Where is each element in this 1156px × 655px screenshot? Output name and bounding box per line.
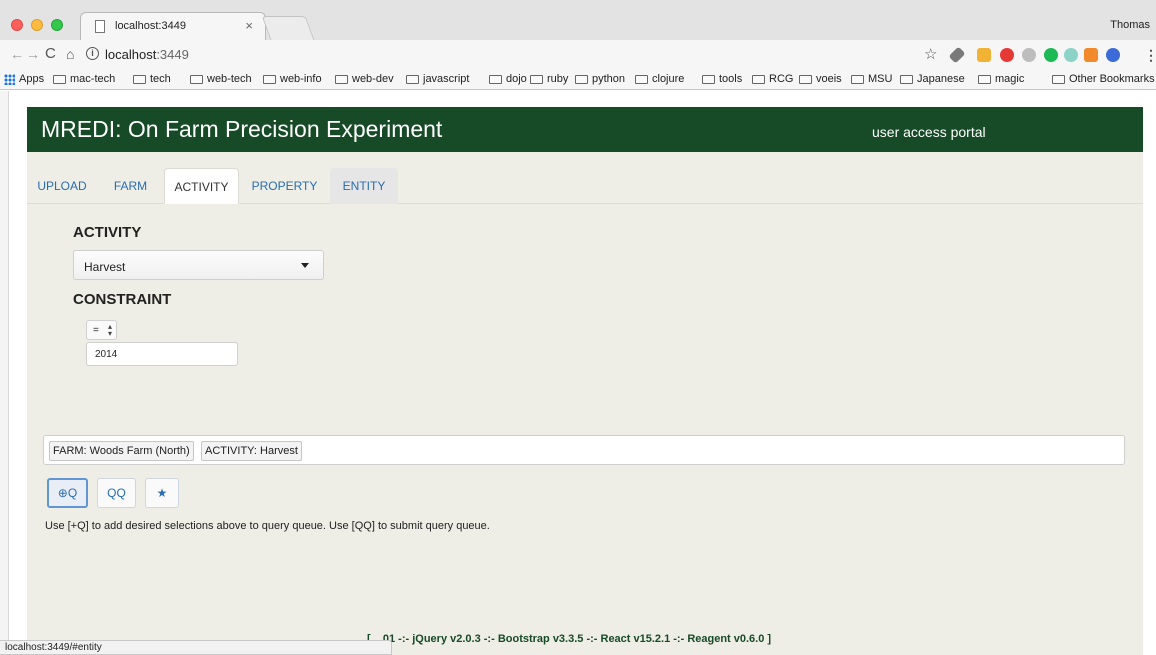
nav-tabs: UPLOAD FARM ACTIVITY PROPERTY ENTITY bbox=[27, 168, 1143, 204]
bookmarks-bar: Apps mac-tech tech web-tech web-info web… bbox=[0, 70, 1156, 90]
folder-icon bbox=[53, 74, 66, 84]
cloud-sync-extension-icon[interactable] bbox=[1064, 48, 1078, 62]
y-extension-icon[interactable] bbox=[1106, 48, 1120, 62]
bookmark-folder[interactable]: mac-tech bbox=[53, 73, 115, 85]
minimize-window-button[interactable] bbox=[31, 19, 43, 31]
calendar-extension-icon[interactable] bbox=[1084, 48, 1098, 62]
bookmark-folder[interactable]: tools bbox=[702, 73, 742, 85]
bookmark-folder[interactable]: dojo bbox=[489, 73, 527, 85]
folder-icon bbox=[635, 74, 648, 84]
bookmark-folder[interactable]: web-dev bbox=[335, 73, 394, 85]
constraint-heading: CONSTRAINT bbox=[73, 291, 172, 308]
folder-icon bbox=[190, 74, 203, 84]
operator-value: = bbox=[93, 325, 99, 336]
bookmark-star-icon[interactable]: ☆ bbox=[924, 45, 937, 63]
eyedropper-extension-icon[interactable] bbox=[948, 46, 966, 64]
add-to-queue-button[interactable]: ⊕Q bbox=[47, 478, 88, 508]
home-icon[interactable]: ⌂ bbox=[66, 46, 74, 62]
app-title: MREDI: On Farm Precision Experiment bbox=[41, 116, 443, 142]
info-icon[interactable]: i bbox=[86, 47, 99, 60]
app-header: MREDI: On Farm Precision Experiment user… bbox=[27, 107, 1143, 152]
reload-icon[interactable]: C bbox=[45, 45, 56, 62]
cloud-extension-icon[interactable] bbox=[1022, 48, 1036, 62]
back-arrow-icon[interactable]: ← bbox=[10, 46, 24, 62]
folder-icon bbox=[978, 74, 991, 84]
bookmark-folder[interactable]: MSU bbox=[851, 73, 892, 85]
folder-icon bbox=[133, 74, 146, 84]
query-chip-activity[interactable]: ACTIVITY: Harvest bbox=[201, 441, 302, 461]
address-url: localhost:3449 bbox=[105, 47, 189, 62]
query-selection-bar: FARM: Woods Farm (North) ACTIVITY: Harve… bbox=[43, 435, 1125, 465]
status-bar-url: localhost:3449/#entity bbox=[0, 640, 392, 655]
bookmark-folder[interactable]: javascript bbox=[406, 73, 469, 85]
bookmark-folder[interactable]: magic bbox=[978, 73, 1024, 85]
address-bar[interactable]: i localhost:3449 bbox=[86, 43, 946, 65]
caret-down-icon bbox=[301, 263, 309, 268]
browser-toolbar: ← → C ⌂ i localhost:3449 ☆ ⋮ bbox=[0, 40, 1156, 70]
up-down-arrows-icon: ▴ ▾ bbox=[107, 322, 112, 338]
page-icon bbox=[95, 20, 105, 33]
tab-farm[interactable]: FARM bbox=[97, 168, 164, 204]
tab-activity[interactable]: ACTIVITY bbox=[164, 168, 239, 204]
folder-icon bbox=[575, 74, 588, 84]
bookmark-folder[interactable]: web-info bbox=[263, 73, 322, 85]
bookmark-folder[interactable]: python bbox=[575, 73, 625, 85]
submit-queue-button[interactable]: QQ bbox=[97, 478, 136, 508]
query-chip-farm[interactable]: FARM: Woods Farm (North) bbox=[49, 441, 194, 461]
folder-icon bbox=[406, 74, 419, 84]
folder-icon bbox=[900, 74, 913, 84]
folder-icon bbox=[702, 74, 715, 84]
bookmark-folder[interactable]: RCG bbox=[752, 73, 793, 85]
tab-entity[interactable]: ENTITY bbox=[330, 168, 398, 204]
bookmark-apps[interactable]: Apps bbox=[4, 73, 44, 85]
zoom-window-button[interactable] bbox=[51, 19, 63, 31]
new-tab-button[interactable] bbox=[261, 16, 315, 40]
browser-tabstrip: localhost:3449 × Thomas bbox=[0, 0, 1156, 40]
version-footer: [ ...01 -:- jQuery v2.0.3 -:- Bootstrap … bbox=[367, 633, 772, 645]
bookmark-folder[interactable]: tech bbox=[133, 73, 171, 85]
folder-icon bbox=[851, 74, 864, 84]
bookmark-folder[interactable]: clojure bbox=[635, 73, 684, 85]
apps-grid-icon bbox=[4, 73, 15, 85]
activity-select[interactable]: Harvest bbox=[73, 250, 324, 280]
folder-icon bbox=[799, 74, 812, 84]
browser-tab[interactable]: localhost:3449 × bbox=[80, 12, 266, 40]
app-container: MREDI: On Farm Precision Experiment user… bbox=[27, 107, 1143, 655]
bookmark-folder[interactable]: ruby bbox=[530, 73, 568, 85]
mail-extension-icon[interactable] bbox=[977, 48, 991, 62]
constraint-value-input[interactable] bbox=[86, 342, 238, 366]
browser-tab-title: localhost:3449 bbox=[115, 20, 186, 32]
bookmark-folder[interactable]: voeis bbox=[799, 73, 842, 85]
bookmark-folder[interactable]: Japanese bbox=[900, 73, 965, 85]
forward-arrow-icon[interactable]: → bbox=[26, 46, 40, 62]
folder-icon bbox=[1052, 74, 1065, 84]
bookmark-folder[interactable]: web-tech bbox=[190, 73, 252, 85]
bookmark-other[interactable]: Other Bookmarks bbox=[1052, 73, 1155, 85]
tab-upload[interactable]: UPLOAD bbox=[27, 168, 97, 204]
folder-icon bbox=[489, 74, 502, 84]
page-viewport: MREDI: On Farm Precision Experiment user… bbox=[0, 91, 1156, 655]
help-text: Use [+Q] to add desired selections above… bbox=[45, 520, 490, 532]
activity-heading: ACTIVITY bbox=[73, 224, 142, 241]
activity-selected-value: Harvest bbox=[84, 260, 126, 274]
browser-menu-icon[interactable]: ⋮ bbox=[1144, 47, 1156, 64]
favorite-star-button[interactable]: ★ bbox=[145, 478, 179, 508]
profile-name[interactable]: Thomas bbox=[1110, 19, 1150, 31]
left-gutter bbox=[0, 91, 9, 655]
folder-icon bbox=[335, 74, 348, 84]
adblock-extension-icon[interactable] bbox=[1000, 48, 1014, 62]
close-window-button[interactable] bbox=[11, 19, 23, 31]
chat-extension-icon[interactable] bbox=[1044, 48, 1058, 62]
close-tab-icon[interactable]: × bbox=[245, 18, 253, 33]
operator-select[interactable]: = ▴ ▾ bbox=[86, 320, 117, 340]
tab-property[interactable]: PROPERTY bbox=[239, 168, 330, 204]
folder-icon bbox=[752, 74, 765, 84]
folder-icon bbox=[263, 74, 276, 84]
folder-icon bbox=[530, 74, 543, 84]
portal-label: user access portal bbox=[872, 124, 986, 140]
